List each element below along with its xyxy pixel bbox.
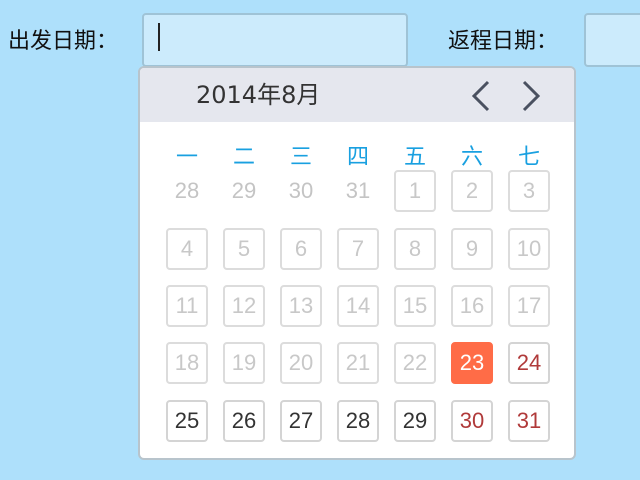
calendar-day[interactable]: 26: [223, 400, 265, 442]
calendar-day: 15: [394, 285, 436, 327]
calendar-day: 3: [508, 170, 550, 212]
calendar-header: 2014年8月: [140, 68, 574, 122]
calendar-day: 31: [345, 178, 371, 203]
calendar-day: 12: [223, 285, 265, 327]
calendar-day[interactable]: 31: [508, 400, 550, 442]
weekday-header: 四: [346, 145, 369, 170]
weekday-header: 六: [460, 145, 483, 170]
calendar-day: 16: [451, 285, 493, 327]
calendar-day: 6: [280, 228, 322, 270]
return-date-label: 返程日期：: [448, 29, 559, 54]
calendar-day: 10: [508, 228, 550, 270]
weekday-header: 三: [289, 145, 312, 170]
calendar-day: 14: [337, 285, 379, 327]
weekday-header: 一: [175, 145, 198, 170]
calendar-day: 17: [508, 285, 550, 327]
calendar-day: 29: [231, 178, 257, 203]
calendar-day: 19: [223, 342, 265, 384]
departure-date-input[interactable]: [142, 13, 408, 67]
calendar-day: 20: [280, 342, 322, 384]
calendar-day: 21: [337, 342, 379, 384]
calendar-day: 7: [337, 228, 379, 270]
calendar-day: 22: [394, 342, 436, 384]
calendar-day-today[interactable]: 23: [451, 342, 493, 384]
weekday-header: 五: [403, 145, 426, 170]
calendar-day: 28: [174, 178, 200, 203]
calendar-day: 5: [223, 228, 265, 270]
calendar-day: 11: [166, 285, 208, 327]
calendar-day: 2: [451, 170, 493, 212]
calendar-day[interactable]: 25: [166, 400, 208, 442]
weekday-header: 七: [517, 145, 540, 170]
calendar-day: 18: [166, 342, 208, 384]
calendar-day[interactable]: 27: [280, 400, 322, 442]
departure-date-label: 出发日期：: [8, 29, 119, 54]
calendar-day[interactable]: 28: [337, 400, 379, 442]
date-picker-calendar: 2014年8月 一二三四五六七 28 29 30 31 1 2 3 4 5 6 7 8 9 10 11 12 1…: [138, 66, 576, 460]
weekday-header: 二: [232, 145, 255, 170]
calendar-day: 9: [451, 228, 493, 270]
calendar-day: 4: [166, 228, 208, 270]
month-title: 2014年8月: [196, 81, 321, 109]
calendar-day[interactable]: 30: [451, 400, 493, 442]
text-caret: [158, 23, 160, 51]
chevron-right-icon[interactable]: [516, 78, 546, 114]
calendar-day[interactable]: 29: [394, 400, 436, 442]
return-date-input[interactable]: [584, 13, 640, 67]
calendar-day: 13: [280, 285, 322, 327]
calendar-day[interactable]: 24: [508, 342, 550, 384]
calendar-day: 8: [394, 228, 436, 270]
chevron-left-icon[interactable]: [466, 78, 496, 114]
calendar-day: 30: [288, 178, 314, 203]
calendar-day: 1: [394, 170, 436, 212]
